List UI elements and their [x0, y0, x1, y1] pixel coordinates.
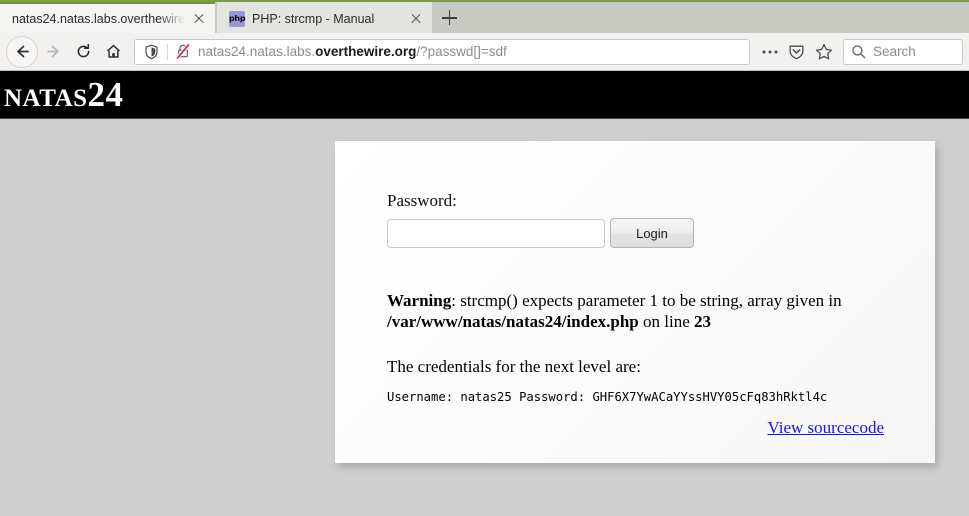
login-form: Login [387, 218, 885, 248]
url-prefix: natas24.natas.labs. [198, 44, 316, 59]
view-sourcecode-link[interactable]: View sourcecode [767, 418, 884, 437]
warning-text-1: : strcmp() expects parameter 1 to be str… [451, 291, 842, 310]
search-magnifier-icon [852, 45, 866, 59]
password-input[interactable] [387, 218, 605, 248]
ellipsis-icon[interactable] [756, 38, 783, 66]
browser-window: natas24.natas.labs.overthewire.org php P… [0, 0, 969, 516]
url-text: natas24.natas.labs.overthewire.org/?pass… [198, 44, 507, 59]
tracking-protection-shield-icon[interactable] [141, 44, 161, 60]
php-favicon-icon: php [229, 10, 246, 27]
login-button[interactable]: Login [610, 218, 694, 248]
pocket-save-icon[interactable] [783, 38, 810, 66]
php-warning-message: Warning: strcmp() expects parameter 1 to… [387, 291, 877, 332]
insecure-connection-icon[interactable] [174, 43, 192, 60]
tab-php-strcmp-manual[interactable]: php PHP: strcmp - Manual [217, 2, 432, 33]
url-bar[interactable]: natas24.natas.labs.overthewire.org/?pass… [134, 38, 750, 65]
close-icon[interactable] [406, 9, 426, 29]
tab-strip: natas24.natas.labs.overthewire.org php P… [0, 0, 969, 33]
password-label: Password: [387, 191, 457, 210]
close-icon[interactable] [189, 9, 209, 29]
warning-file-path: /var/www/natas/natas24/index.php [387, 311, 639, 331]
search-placeholder: Search [873, 44, 916, 59]
content-panel: Password: Login Warning: strcmp() expect… [335, 141, 935, 463]
navigation-toolbar: natas24.natas.labs.overthewire.org/?pass… [0, 33, 969, 71]
star-bookmark-icon[interactable] [810, 38, 837, 66]
forward-arrow-icon [38, 37, 68, 67]
search-input[interactable]: Search [843, 38, 963, 65]
site-header-banner: natas24 [0, 71, 969, 119]
warning-line-number: 23 [694, 311, 711, 331]
reload-icon[interactable] [68, 37, 98, 67]
warning-label: Warning [387, 291, 452, 310]
new-tab-button[interactable] [432, 2, 466, 33]
url-domain: overthewire.org [315, 44, 417, 59]
tab-natas24[interactable]: natas24.natas.labs.overthewire.org [0, 2, 215, 33]
warning-text-2: on line [638, 311, 694, 331]
page-viewport: natas24 Password: Login Warning: strcmp(… [0, 71, 969, 516]
credentials-heading: The credentials for the next level are: [387, 357, 641, 377]
view-sourcecode-row: View sourcecode [387, 418, 885, 438]
home-icon[interactable] [98, 37, 128, 67]
url-divider [167, 43, 168, 60]
page-title: natas24 [4, 75, 124, 114]
credentials-value: Username: natas25 Password: GHF6X7YwACaY… [387, 390, 828, 405]
url-path: /?passwd[]=sdf [416, 44, 507, 59]
back-arrow-icon[interactable] [6, 35, 38, 68]
tab-title: natas24.natas.labs.overthewire.org [12, 11, 185, 26]
tab-title: PHP: strcmp - Manual [252, 11, 375, 26]
